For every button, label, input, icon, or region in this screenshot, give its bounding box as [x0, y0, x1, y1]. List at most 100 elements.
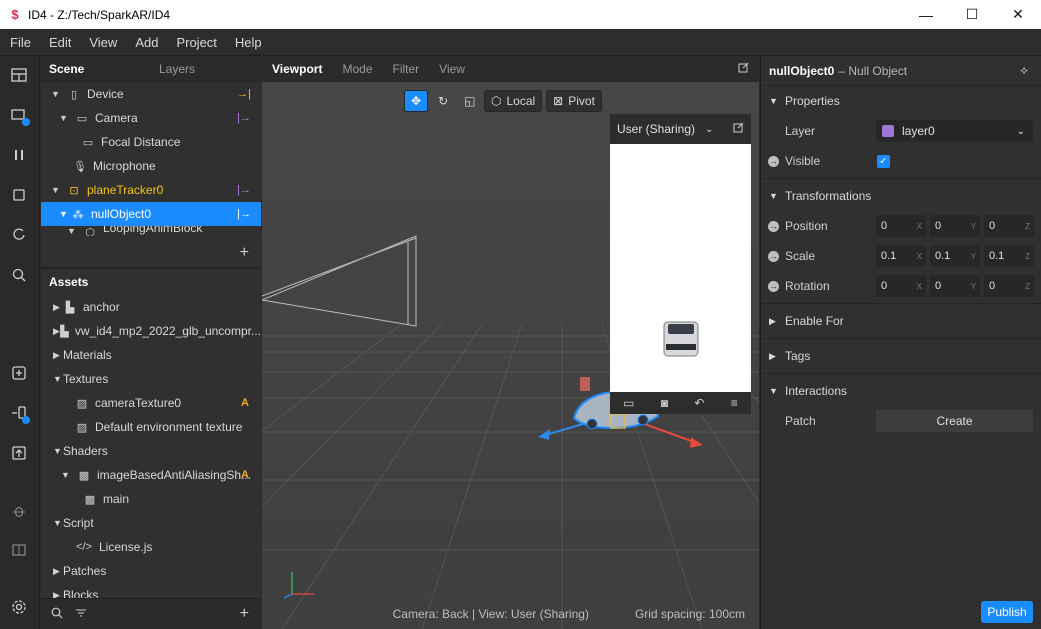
preview-screen[interactable] — [610, 144, 751, 392]
asset-folder-patches[interactable]: ▶ Patches — [41, 559, 261, 583]
maximize-button[interactable]: ☐ — [949, 0, 995, 29]
expand-arrow-icon[interactable]: ▼ — [769, 191, 785, 201]
asset-item[interactable]: ▩ main — [41, 487, 261, 511]
expand-arrow-icon[interactable]: ▼ — [67, 226, 77, 236]
filter-icon[interactable] — [75, 607, 87, 621]
link-arrow-icon[interactable]: |→ — [237, 208, 251, 220]
rotation-z-input[interactable]: 0Z — [984, 275, 1034, 297]
asset-item[interactable]: ▼ ▩ imageBasedAntiAliasingSh... A — [41, 463, 261, 487]
asset-item[interactable]: </> License.js — [41, 535, 261, 559]
expand-arrow-icon[interactable]: ▶ — [53, 326, 60, 337]
expand-arrow-icon[interactable]: ▶ — [53, 566, 63, 577]
rotate-device-icon[interactable]: ↶ — [694, 396, 704, 410]
expand-arrow-icon[interactable]: ▼ — [53, 374, 63, 384]
chevron-down-icon[interactable]: ⌄ — [705, 124, 713, 135]
asset-folder-script[interactable]: ▼ Script — [41, 511, 261, 535]
local-button[interactable]: ⬡ Local — [484, 90, 543, 112]
position-z-input[interactable]: 0Z — [984, 215, 1034, 237]
upload-icon[interactable] — [8, 442, 30, 464]
bug-icon[interactable] — [8, 500, 30, 522]
menu-icon[interactable]: ≡ — [731, 396, 738, 410]
expand-arrow-icon[interactable]: ▼ — [769, 386, 785, 396]
stop-icon[interactable] — [8, 184, 30, 206]
scale-y-input[interactable]: 0.1 Y — [930, 245, 980, 267]
asset-folder-shaders[interactable]: ▼ Shaders — [41, 439, 261, 463]
create-patch-button[interactable]: Create — [876, 410, 1033, 432]
link-arrow-icon[interactable]: |→ — [237, 184, 251, 196]
scene-item-camera[interactable]: ▼ ▭ Camera |→ — [41, 106, 261, 130]
expand-arrow-icon[interactable]: ▼ — [53, 518, 63, 528]
add-patch-icon[interactable]: → — [768, 155, 779, 167]
section-interactions[interactable]: ▼ Interactions — [761, 376, 1041, 406]
asset-folder-textures[interactable]: ▼ Textures — [41, 367, 261, 391]
scene-item-microphone[interactable]: 🎙 Microphone — [41, 154, 261, 178]
expand-arrow-icon[interactable]: ▼ — [51, 185, 61, 195]
layout-icon[interactable] — [8, 64, 30, 86]
add-object-button[interactable]: + — [240, 244, 249, 262]
popout-icon[interactable] — [733, 122, 744, 136]
section-tags[interactable]: ▶ Tags — [761, 341, 1041, 371]
close-button[interactable]: ✕ — [995, 0, 1041, 29]
expand-arrow-icon[interactable]: ▼ — [61, 470, 71, 480]
link-arrow-icon[interactable]: →| — [237, 88, 251, 100]
magic-wand-icon[interactable]: ✧ — [1019, 64, 1029, 78]
scale-tool-icon[interactable]: ◱ — [458, 90, 481, 112]
expand-arrow-icon[interactable]: ▼ — [59, 209, 69, 219]
tab-layers[interactable]: Layers — [151, 62, 261, 76]
asset-item[interactable]: ▶ ▙ anchor — [41, 295, 261, 319]
video-camera-icon[interactable]: ▭ — [623, 396, 634, 410]
expand-arrow-icon[interactable]: ▶ — [53, 590, 63, 599]
rotation-x-input[interactable]: 0X — [876, 275, 926, 297]
visible-checkbox[interactable]: ✓ — [877, 154, 890, 168]
menu-add[interactable]: Add — [125, 35, 166, 50]
asset-item[interactable]: ▶ ▙ vw_id4_mp2_2022_glb_uncompr... — [41, 319, 261, 343]
expand-arrow-icon[interactable]: ▼ — [769, 96, 785, 106]
layer-dropdown[interactable]: layer0 ⌄ — [876, 120, 1033, 142]
asset-item[interactable]: ▨ cameraTexture0 A — [41, 391, 261, 415]
popout-icon[interactable] — [738, 62, 749, 76]
viewport-panel[interactable]: Viewport Mode Filter View ✥ ↻ ◱ ⬡ Local ⊠… — [262, 56, 759, 629]
tab-scene[interactable]: Scene — [41, 62, 151, 76]
scene-item-device[interactable]: ▼ ▯ Device →| — [41, 82, 261, 106]
simulator-icon[interactable] — [8, 104, 30, 126]
asset-folder-blocks[interactable]: ▶ Blocks — [41, 583, 261, 598]
scene-item-nullobject[interactable]: ▼ ⁂ nullObject0 |→ — [41, 202, 261, 226]
minimize-button[interactable]: — — [903, 0, 949, 29]
position-x-input[interactable]: 0X — [876, 215, 926, 237]
scale-x-input[interactable]: 0.1 X — [876, 245, 926, 267]
tab-viewport[interactable]: Viewport — [262, 62, 332, 76]
search-icon[interactable] — [8, 264, 30, 286]
refresh-icon[interactable] — [8, 223, 30, 245]
section-transformations[interactable]: ▼ Transformations — [761, 181, 1041, 211]
scene-item-planetracker[interactable]: ▼ ⊡ planeTracker0 |→ — [41, 178, 261, 202]
asset-item[interactable]: ▨ Default environment texture — [41, 415, 261, 439]
pause-icon[interactable] — [8, 144, 30, 166]
add-patch-icon[interactable]: → — [768, 220, 779, 232]
scene-item-loopinganimblock[interactable]: ▼ ⬡ LoopingAnimBlock — [41, 226, 261, 236]
screenshot-icon[interactable]: ◙ — [661, 396, 668, 410]
asset-folder-materials[interactable]: ▶ Materials — [41, 343, 261, 367]
expand-arrow-icon[interactable]: ▶ — [53, 350, 63, 361]
section-enable-for[interactable]: ▶ Enable For — [761, 306, 1041, 336]
link-arrow-icon[interactable]: |→ — [237, 112, 251, 124]
expand-arrow-icon[interactable]: ▶ — [769, 316, 785, 327]
publish-button[interactable]: Publish — [981, 601, 1033, 623]
expand-arrow-icon[interactable]: ▶ — [53, 302, 63, 313]
move-tool-icon[interactable]: ✥ — [404, 90, 429, 112]
tab-filter[interactable]: Filter — [383, 62, 430, 76]
add-asset-button[interactable]: + — [240, 605, 249, 623]
add-patch-icon[interactable]: → — [768, 280, 779, 292]
expand-arrow-icon[interactable]: ▼ — [59, 113, 69, 123]
menu-file[interactable]: File — [0, 35, 39, 50]
expand-arrow-icon[interactable]: ▼ — [51, 89, 61, 99]
search-icon[interactable] — [51, 607, 63, 622]
rotation-y-input[interactable]: 0Y — [930, 275, 980, 297]
section-properties[interactable]: ▼ Properties — [761, 86, 1041, 116]
scene-item-focal-distance[interactable]: ▭ Focal Distance — [41, 130, 261, 154]
expand-arrow-icon[interactable]: ▼ — [53, 446, 63, 456]
scale-z-input[interactable]: 0.1 Z — [984, 245, 1034, 267]
position-y-input[interactable]: 0Y — [930, 215, 980, 237]
add-icon[interactable] — [8, 362, 30, 384]
view-dropdown[interactable]: User (Sharing) — [617, 122, 695, 136]
add-patch-icon[interactable]: → — [768, 250, 779, 262]
